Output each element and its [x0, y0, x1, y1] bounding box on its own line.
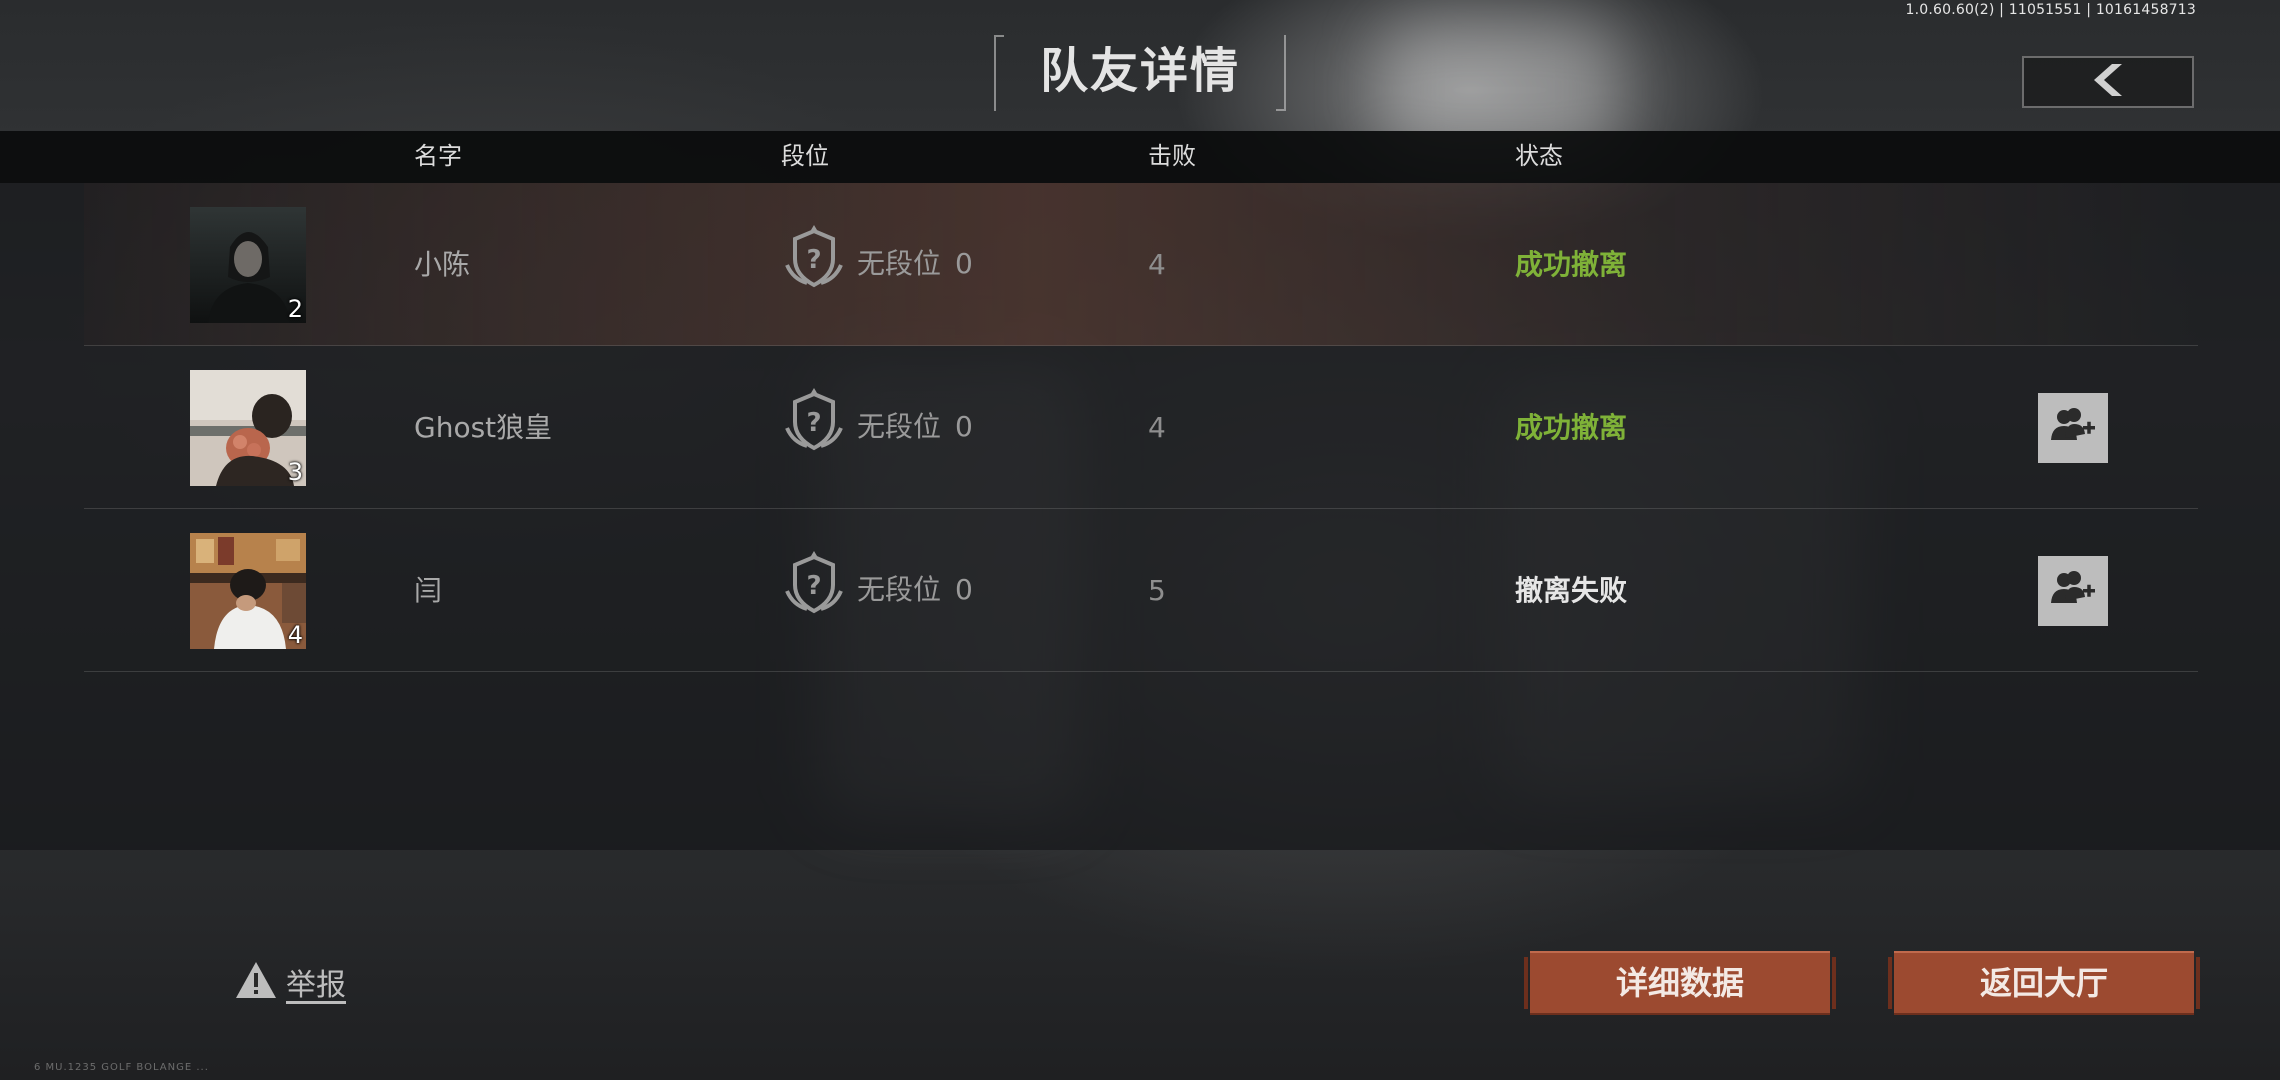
svg-text:?: ? [806, 571, 821, 601]
extraction-status: 成功撤离 [1515, 411, 1628, 444]
teammate-name: 闫 [414, 574, 443, 607]
report-label: 举报 [286, 968, 346, 1003]
kill-count: 4 [1148, 248, 1166, 281]
version-info: 1.0.60.60(2) | 11051551 | 10161458713 [1905, 2, 2196, 18]
return-to-lobby-button[interactable]: 返回大厅 [1888, 951, 2200, 1015]
back-button[interactable] [2022, 56, 2194, 108]
svg-text:?: ? [806, 408, 821, 438]
kill-count: 4 [1148, 411, 1166, 444]
squad-slot-number: 4 [287, 621, 303, 649]
footer-text: 6 MU.1235 GOLF BOLANGE ... [34, 1062, 209, 1073]
extraction-status: 撤离失败 [1515, 574, 1628, 607]
avatar[interactable]: 4 [190, 533, 306, 649]
rank-info: ? 无段位 0 [781, 551, 973, 628]
unranked-badge-icon: ? [781, 551, 847, 628]
table-header [0, 131, 2280, 183]
chevron-left-icon [2086, 62, 2130, 102]
teammate-row[interactable]: 3 Ghost狼皇 ? 无段位 0 4 成功撤离 [84, 346, 2198, 509]
add-friend-icon [2050, 406, 2096, 450]
rank-label: 无段位 [857, 572, 942, 606]
report-link[interactable]: 举报 [234, 960, 346, 1004]
teammate-name: Ghost狼皇 [414, 411, 553, 444]
avatar[interactable]: 2 [190, 207, 306, 323]
rank-info: ? 无段位 0 [781, 225, 973, 302]
unranked-badge-icon: ? [781, 388, 847, 465]
column-header-status: 状态 [1515, 142, 1563, 170]
rank-label: 无段位 [857, 246, 942, 280]
rank-points: 0 [955, 572, 973, 606]
extraction-status: 成功撤离 [1515, 248, 1628, 281]
title-frame: 队友详情 [994, 35, 1286, 111]
game-screen: 1.0.60.60(2) | 11051551 | 10161458713 队友… [0, 0, 2280, 1080]
rank-label: 无段位 [857, 409, 942, 443]
detailed-data-button[interactable]: 详细数据 [1524, 951, 1836, 1015]
rank-info: ? 无段位 0 [781, 388, 973, 465]
teammate-row[interactable]: 2 小陈 ? 无段位 0 4 成功撤离 [84, 183, 2198, 346]
teammate-name: 小陈 [414, 248, 471, 281]
teammate-row[interactable]: 4 闫 ? 无段位 0 5 撤离失败 [84, 509, 2198, 672]
unranked-badge-icon: ? [781, 225, 847, 302]
squad-slot-number: 2 [287, 295, 303, 323]
column-header-name: 名字 [414, 142, 462, 170]
avatar[interactable]: 3 [190, 370, 306, 486]
warning-icon [234, 960, 278, 1004]
page-title: 队友详情 [1039, 43, 1240, 99]
add-friend-icon [2050, 569, 2096, 613]
squad-slot-number: 3 [287, 458, 303, 486]
column-header-rank: 段位 [781, 142, 829, 170]
column-header-kills: 击败 [1148, 142, 1196, 170]
add-friend-button[interactable] [2038, 556, 2108, 626]
rank-points: 0 [955, 246, 973, 280]
svg-text:?: ? [806, 245, 821, 275]
rank-points: 0 [955, 409, 973, 443]
add-friend-button[interactable] [2038, 393, 2108, 463]
kill-count: 5 [1148, 574, 1166, 607]
